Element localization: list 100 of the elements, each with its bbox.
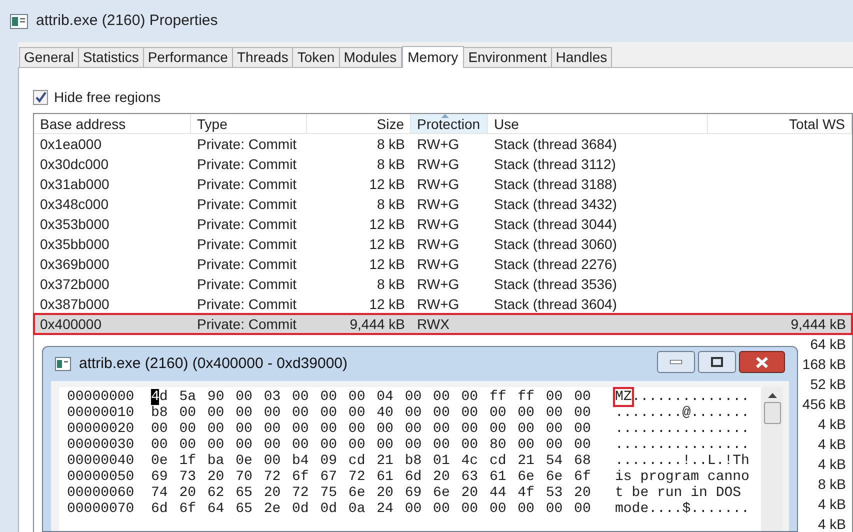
tab[interactable]: Performance — [142, 47, 233, 67]
scroll-up-icon — [768, 393, 776, 398]
window-icon — [10, 14, 28, 28]
table-cell-text: 9,444 kB — [348, 315, 406, 334]
table-cell-text: 9,444 kB — [790, 315, 847, 334]
table-cell-text: 12 kB — [368, 215, 406, 234]
hex-ascii: ................ — [615, 421, 750, 437]
table-cell-text: Stack (thread 3536) — [493, 275, 618, 294]
table-cell-text: 8 kB — [376, 135, 406, 154]
hex-bytes: 0e 1f ba 0e 00 b4 09 cd 21 b8 01 4c cd 21 54 68 — [151, 453, 592, 469]
hex-offset: 00000050 — [67, 469, 136, 485]
sort-arrow-icon — [441, 114, 449, 118]
table-cell-text: Stack (thread 2276) — [493, 255, 618, 274]
close-icon — [756, 356, 768, 368]
column-header[interactable]: Base address — [34, 114, 191, 133]
table-cell-text: Stack (thread 3188) — [493, 175, 618, 194]
table-cell-text: 0x1ea000 — [39, 135, 103, 154]
table-cell-text: RW+G — [416, 135, 460, 154]
tab[interactable]: Threads — [232, 47, 294, 67]
table-cell-text: Private: Commit — [196, 235, 298, 254]
table-cell-text: 12 kB — [368, 175, 406, 194]
table-cell-text: Private: Commit — [196, 215, 298, 234]
table-cell-text: 52 kB — [809, 375, 847, 394]
maximize-button[interactable] — [698, 351, 736, 373]
hex-offset: 00000020 — [67, 421, 136, 437]
table-cell-text: 0x35bb000 — [39, 235, 110, 254]
hex-ascii: ........!..L.!Th — [615, 453, 750, 469]
table-cell-text: 8 kB — [376, 275, 406, 294]
tab[interactable]: Environment — [463, 47, 552, 67]
hex-bytes: 74 20 62 65 20 72 75 6e 20 69 6e 20 44 4f 53 20 — [151, 485, 592, 501]
table-cell-text: 0x400000 — [39, 315, 103, 334]
table-cell-text: 12 kB — [368, 295, 406, 314]
table-cell-text: 0x369b000 — [39, 255, 110, 274]
table-cell-text: Stack (thread 3112) — [493, 155, 617, 174]
table-cell-text: Private: Commit — [196, 155, 298, 174]
hex-bytes: 4d 5a 90 00 03 00 00 00 04 00 00 00 ff ff 00 00 — [151, 389, 592, 405]
table-cell-text: 0x30dc000 — [39, 155, 110, 174]
selected-row[interactable]: 0x400000 Private: Commit 9,444 kB RWX 9,444 kB — [34, 314, 852, 334]
tab[interactable]: Modules — [338, 47, 402, 67]
table-cell-text: 4 kB — [816, 455, 847, 474]
window-title: attrib.exe (2160) Properties — [36, 10, 218, 31]
table-cell-text: Private: Commit — [196, 195, 298, 214]
tab[interactable]: Handles — [550, 47, 612, 67]
hex-offset: 00000060 — [67, 485, 136, 501]
checkbox[interactable] — [33, 90, 48, 104]
table-cell-text: Private: Commit — [196, 175, 298, 194]
maximize-icon — [711, 357, 723, 367]
minimize-button[interactable] — [657, 351, 695, 373]
column-header[interactable]: Use — [488, 114, 708, 133]
table-cell-text: 8 kB — [816, 475, 847, 494]
table-cell-text: RW+G — [416, 175, 460, 194]
tab[interactable]: Token — [292, 47, 340, 67]
column-header[interactable]: Protection — [411, 114, 488, 133]
hex-ascii: ........@....... — [615, 405, 750, 421]
hex-ascii: MZ.............. — [615, 389, 750, 405]
table-cell-text: Private: Commit — [196, 275, 298, 294]
minimize-icon — [670, 360, 682, 364]
table-cell-text: 456 kB — [801, 395, 847, 414]
hex-bytes: 6d 6f 64 65 2e 0d 0d 0a 24 00 00 00 00 00 00 00 — [151, 501, 592, 517]
table-cell-text: 12 kB — [368, 235, 406, 254]
table-cell-text: Stack (thread 3684) — [493, 135, 618, 154]
hex-bytes: 00 00 00 00 00 00 00 00 00 00 00 00 00 00 00 00 — [151, 421, 592, 437]
table-cell-text: Stack (thread 3604) — [493, 295, 618, 314]
table-cell-text: Stack (thread 3060) — [493, 235, 618, 254]
table-cell-text: RW+G — [416, 275, 460, 294]
table-cell-text: 8 kB — [376, 155, 406, 174]
table-cell-text: Private: Commit — [196, 135, 298, 154]
window-icon — [55, 357, 71, 371]
column-header[interactable]: Type — [191, 114, 307, 133]
table-cell-text: 4 kB — [816, 435, 847, 454]
table-cell-text: Private: Commit — [196, 315, 298, 334]
hex-bytes: 00 00 00 00 00 00 00 00 00 00 00 00 80 00 00 00 — [151, 437, 592, 453]
window-title: attrib.exe (2160) (0x400000 - 0xd39000) — [79, 354, 348, 374]
scrollbar[interactable] — [761, 387, 783, 531]
table-cell-text: Private: Commit — [196, 255, 298, 274]
close-button[interactable] — [739, 351, 785, 373]
table-cell-text: 0x348c000 — [39, 195, 110, 214]
column-header[interactable]: Total WS — [708, 114, 852, 133]
hex-ascii: t be run in DOS — [615, 485, 742, 501]
table-cell-text: RW+G — [416, 195, 460, 214]
table-cell-text: 0x31ab000 — [39, 175, 110, 194]
scroll-thumb[interactable] — [764, 402, 780, 424]
checkbox-label: Hide free regions — [54, 88, 161, 107]
hex-offset: 00000010 — [67, 405, 136, 421]
table-cell-text: 0x372b000 — [39, 275, 110, 294]
hex-offset: 00000030 — [67, 437, 136, 453]
table-cell-text: RW+G — [416, 215, 460, 234]
hex-offset: 00000070 — [67, 501, 136, 517]
hex-ascii: is program canno — [615, 469, 750, 485]
tab[interactable]: General — [19, 47, 79, 67]
table-cell-text: 0x387b000 — [39, 295, 110, 314]
hex-ascii: ................ — [615, 437, 750, 453]
tab[interactable]: Memory — [402, 46, 464, 68]
table-cell-text: 4 kB — [816, 415, 847, 434]
hex-bytes: b8 00 00 00 00 00 00 00 40 00 00 00 00 00 00 00 — [151, 405, 592, 421]
table-cell-text: RWX — [416, 315, 450, 334]
tab[interactable]: Statistics — [78, 47, 144, 67]
table-cell-text: RW+G — [416, 255, 460, 274]
hex-bytes: 69 73 20 70 72 6f 67 72 61 6d 20 63 61 6e 6e 6f — [151, 469, 592, 485]
table-cell-text: RW+G — [416, 235, 460, 254]
